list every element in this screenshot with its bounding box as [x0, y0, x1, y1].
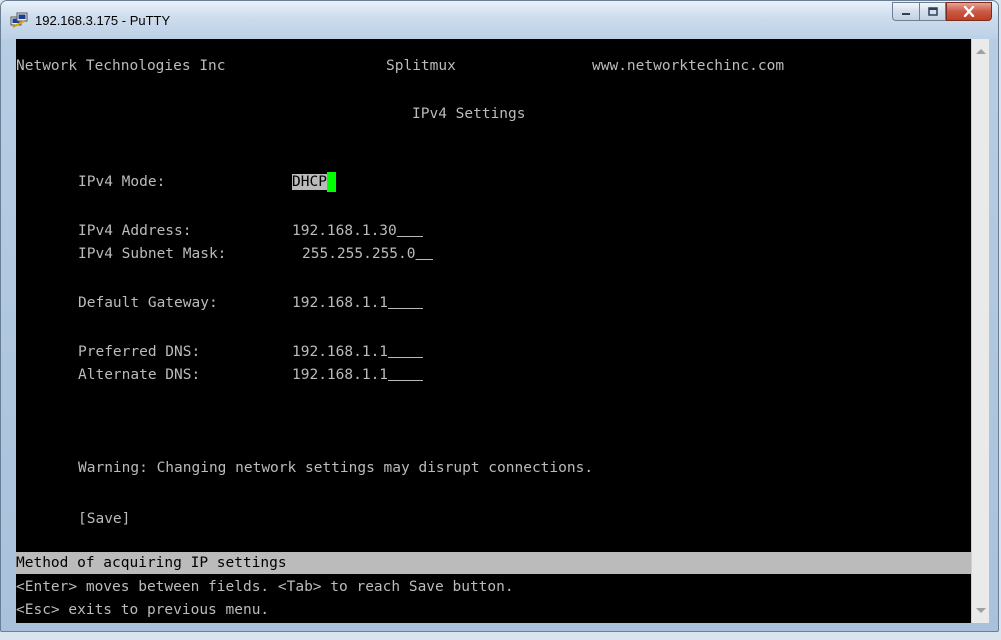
close-icon	[963, 6, 975, 17]
title-bar[interactable]: 192.168.3.175 - PuTTY	[1, 1, 998, 39]
subnet-mask-padding	[416, 246, 433, 262]
putty-window: 192.168.3.175 - PuTTY Network Technologi…	[0, 0, 999, 632]
maximize-button[interactable]	[919, 2, 946, 21]
ipv4-address-value: 192.168.1.30	[292, 223, 397, 239]
subnet-mask-value: 255.255.255.0	[302, 246, 416, 262]
alternate-dns-field[interactable]: 192.168.1.1	[292, 364, 423, 386]
scroll-up-icon[interactable]	[976, 49, 986, 54]
ipv4-mode-field[interactable]: DHCP	[292, 171, 336, 193]
website-text: www.networktechinc.com	[592, 58, 785, 74]
preferred-dns-label: Preferred DNS:	[78, 344, 201, 360]
ipv4-mode-value: DHCP	[292, 174, 327, 190]
ipv4-address-field[interactable]: 192.168.1.30	[292, 220, 423, 242]
minimize-button[interactable]	[892, 2, 919, 21]
text-cursor	[326, 172, 336, 192]
window-title: 192.168.3.175 - PuTTY	[35, 13, 171, 28]
ipv4-address-label: IPv4 Address:	[78, 223, 192, 239]
gateway-padding	[388, 295, 423, 311]
warning-text: Warning: Changing network settings may d…	[78, 460, 594, 476]
putty-icon	[10, 12, 28, 28]
close-button[interactable]	[946, 2, 992, 21]
save-button[interactable]: [Save]	[78, 508, 130, 530]
preferred-dns-field[interactable]: 192.168.1.1	[292, 341, 423, 363]
ipv4-mode-label: IPv4 Mode:	[78, 174, 166, 190]
company-name: Network Technologies Inc	[16, 58, 226, 74]
maximize-icon	[927, 7, 938, 16]
vertical-scrollbar[interactable]	[971, 39, 989, 623]
window-controls	[892, 2, 992, 22]
screen-title: IPv4 Settings	[412, 106, 526, 122]
preferred-dns-padding	[388, 344, 423, 360]
help-line-escape: <Esc> exits to previous menu.	[16, 602, 270, 618]
gateway-field[interactable]: 192.168.1.1	[292, 292, 423, 314]
help-line-fields: <Enter> moves between fields. <Tab> to r…	[16, 579, 514, 595]
minimize-icon	[902, 12, 910, 15]
scroll-down-icon[interactable]	[976, 608, 986, 613]
gateway-label: Default Gateway:	[78, 295, 218, 311]
subnet-mask-label: IPv4 Subnet Mask:	[78, 246, 227, 262]
status-line: Method of acquiring IP settings	[16, 552, 971, 574]
alternate-dns-label: Alternate DNS:	[78, 367, 201, 383]
product-name: Splitmux	[386, 58, 456, 74]
alternate-dns-padding	[388, 367, 423, 383]
alternate-dns-value: 192.168.1.1	[292, 367, 389, 383]
gateway-value: 192.168.1.1	[292, 295, 389, 311]
terminal-screen[interactable]: Network Technologies Inc Splitmux www.netw…	[16, 39, 971, 623]
subnet-mask-field[interactable]: 255.255.255.0	[302, 243, 433, 265]
preferred-dns-value: 192.168.1.1	[292, 344, 389, 360]
ipv4-address-padding	[397, 223, 423, 239]
terminal-header: Network Technologies Inc Splitmux www.netw…	[16, 55, 784, 77]
